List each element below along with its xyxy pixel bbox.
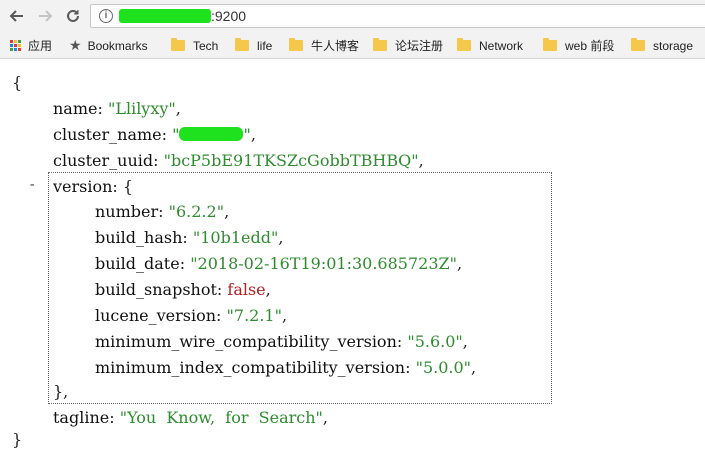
- bookmark-forum-register[interactable]: 论坛注册: [373, 33, 443, 58]
- json-line-number: number: "6.2.2",: [95, 202, 230, 221]
- back-button[interactable]: [6, 5, 28, 27]
- bookmark-life[interactable]: life: [235, 33, 272, 58]
- bookmark-network[interactable]: Network: [457, 33, 523, 58]
- reload-button[interactable]: [62, 5, 84, 27]
- json-key: minimum_index_compatibility_version: [95, 358, 406, 377]
- json-string-value: "7.2.1": [226, 306, 282, 325]
- json-viewer: { name: "Llilyxy", cluster_name: " ", clu…: [0, 59, 705, 476]
- json-key: name: [53, 99, 98, 118]
- bookmark-label: storage: [653, 38, 694, 53]
- json-line-version: version: {: [53, 177, 134, 196]
- apps-grid-icon: [10, 39, 22, 52]
- bookmarks-bar: 应用 ★ Bookmarks Tech life 牛人博客 论坛注册 Netwo…: [0, 33, 705, 59]
- json-line-min-wire: minimum_wire_compatibility_version: "5.6…: [95, 332, 468, 351]
- bookmark-apps[interactable]: 应用: [10, 33, 52, 58]
- folder-icon: [457, 38, 471, 51]
- bookmark-storage[interactable]: storage: [631, 33, 693, 58]
- folder-icon: [235, 38, 249, 51]
- bookmark-label: Bookmarks: [87, 38, 148, 53]
- json-line-cluster-name: cluster_name: " ",: [53, 125, 256, 144]
- json-key: lucene_version: [95, 306, 217, 325]
- json-key: minimum_wire_compatibility_version: [95, 332, 397, 351]
- bookmark-label: 牛人博客: [311, 39, 360, 53]
- bookmark-label: Network: [479, 38, 524, 53]
- arrow-right-icon: [39, 10, 53, 22]
- json-object-open: {: [122, 177, 134, 196]
- json-string-value: ": [243, 125, 251, 144]
- json-line-build-date: build_date: "2018-02-16T19:01:30.685723Z…: [95, 254, 463, 273]
- json-key: build_snapshot: [95, 280, 217, 299]
- bookmark-tech[interactable]: Tech: [171, 33, 218, 58]
- url-host-redaction: [119, 9, 211, 23]
- json-boolean-value: false: [227, 280, 266, 299]
- json-key: version: [53, 177, 113, 196]
- bookmark-niuren-blog[interactable]: 牛人博客: [289, 33, 359, 58]
- folder-icon: [373, 38, 387, 51]
- folder-icon: [631, 38, 645, 51]
- json-key: tagline: [53, 408, 110, 427]
- forward-button[interactable]: [34, 5, 56, 27]
- json-open-brace: {: [12, 73, 23, 92]
- bookmark-web-frontend[interactable]: web 前段: [543, 33, 614, 58]
- json-key: build_date: [95, 254, 180, 273]
- address-bar[interactable]: i :9200: [90, 4, 705, 28]
- json-string-value: "Llilyxy": [107, 99, 176, 118]
- bookmark-label: Tech: [193, 38, 219, 53]
- json-string-value: "10b1edd": [192, 228, 279, 247]
- folder-icon: [171, 38, 185, 51]
- bookmark-label: life: [257, 38, 273, 53]
- bookmark-label: 应用: [28, 39, 53, 53]
- info-icon[interactable]: i: [99, 9, 113, 23]
- json-key: cluster_name: [53, 125, 162, 144]
- json-line-build-hash: build_hash: "10b1edd",: [95, 228, 284, 247]
- reload-icon: [67, 9, 79, 22]
- folder-icon: [543, 38, 557, 51]
- json-close-brace: }: [12, 430, 23, 449]
- json-line-build-snapshot: build_snapshot: false,: [95, 280, 271, 299]
- bookmark-label: 论坛注册: [395, 39, 444, 53]
- json-line-cluster-uuid: cluster_uuid: "bcP5bE91TKSZcGobbTBHBQ",: [53, 151, 424, 170]
- url-port: :9200: [211, 8, 247, 24]
- folder-icon: [289, 38, 303, 51]
- json-string-value: "bcP5bE91TKSZcGobbTBHBQ": [163, 151, 419, 170]
- json-line-min-index: minimum_index_compatibility_version: "5.…: [95, 358, 477, 377]
- json-string-value: "5.0.0": [415, 358, 472, 377]
- bookmark-bookmarks[interactable]: ★ Bookmarks: [69, 33, 148, 58]
- cluster-name-redaction: [179, 127, 244, 141]
- json-string-value: "2018-02-16T19:01:30.685723Z": [190, 254, 457, 273]
- json-string-value: "5.6.0": [407, 332, 463, 351]
- json-key: number: [95, 202, 159, 221]
- json-line-lucene-version: lucene_version: "7.2.1",: [95, 306, 288, 325]
- json-key: cluster_uuid: [53, 151, 154, 170]
- json-key: build_hash: [95, 228, 183, 247]
- json-string-value: "You Know, for Search": [119, 408, 323, 427]
- star-icon: ★: [69, 37, 82, 53]
- arrow-left-icon: [9, 10, 23, 22]
- json-string-value: "6.2.2": [168, 202, 225, 221]
- bookmark-label: web 前段: [565, 39, 615, 53]
- json-line-tagline: tagline: "You Know, for Search",: [53, 408, 328, 427]
- json-line-name: name: "Llilyxy",: [53, 99, 181, 118]
- json-object-close: },: [53, 382, 69, 401]
- browser-toolbar: i :9200: [0, 0, 705, 33]
- collapse-toggle[interactable]: -: [28, 177, 36, 193]
